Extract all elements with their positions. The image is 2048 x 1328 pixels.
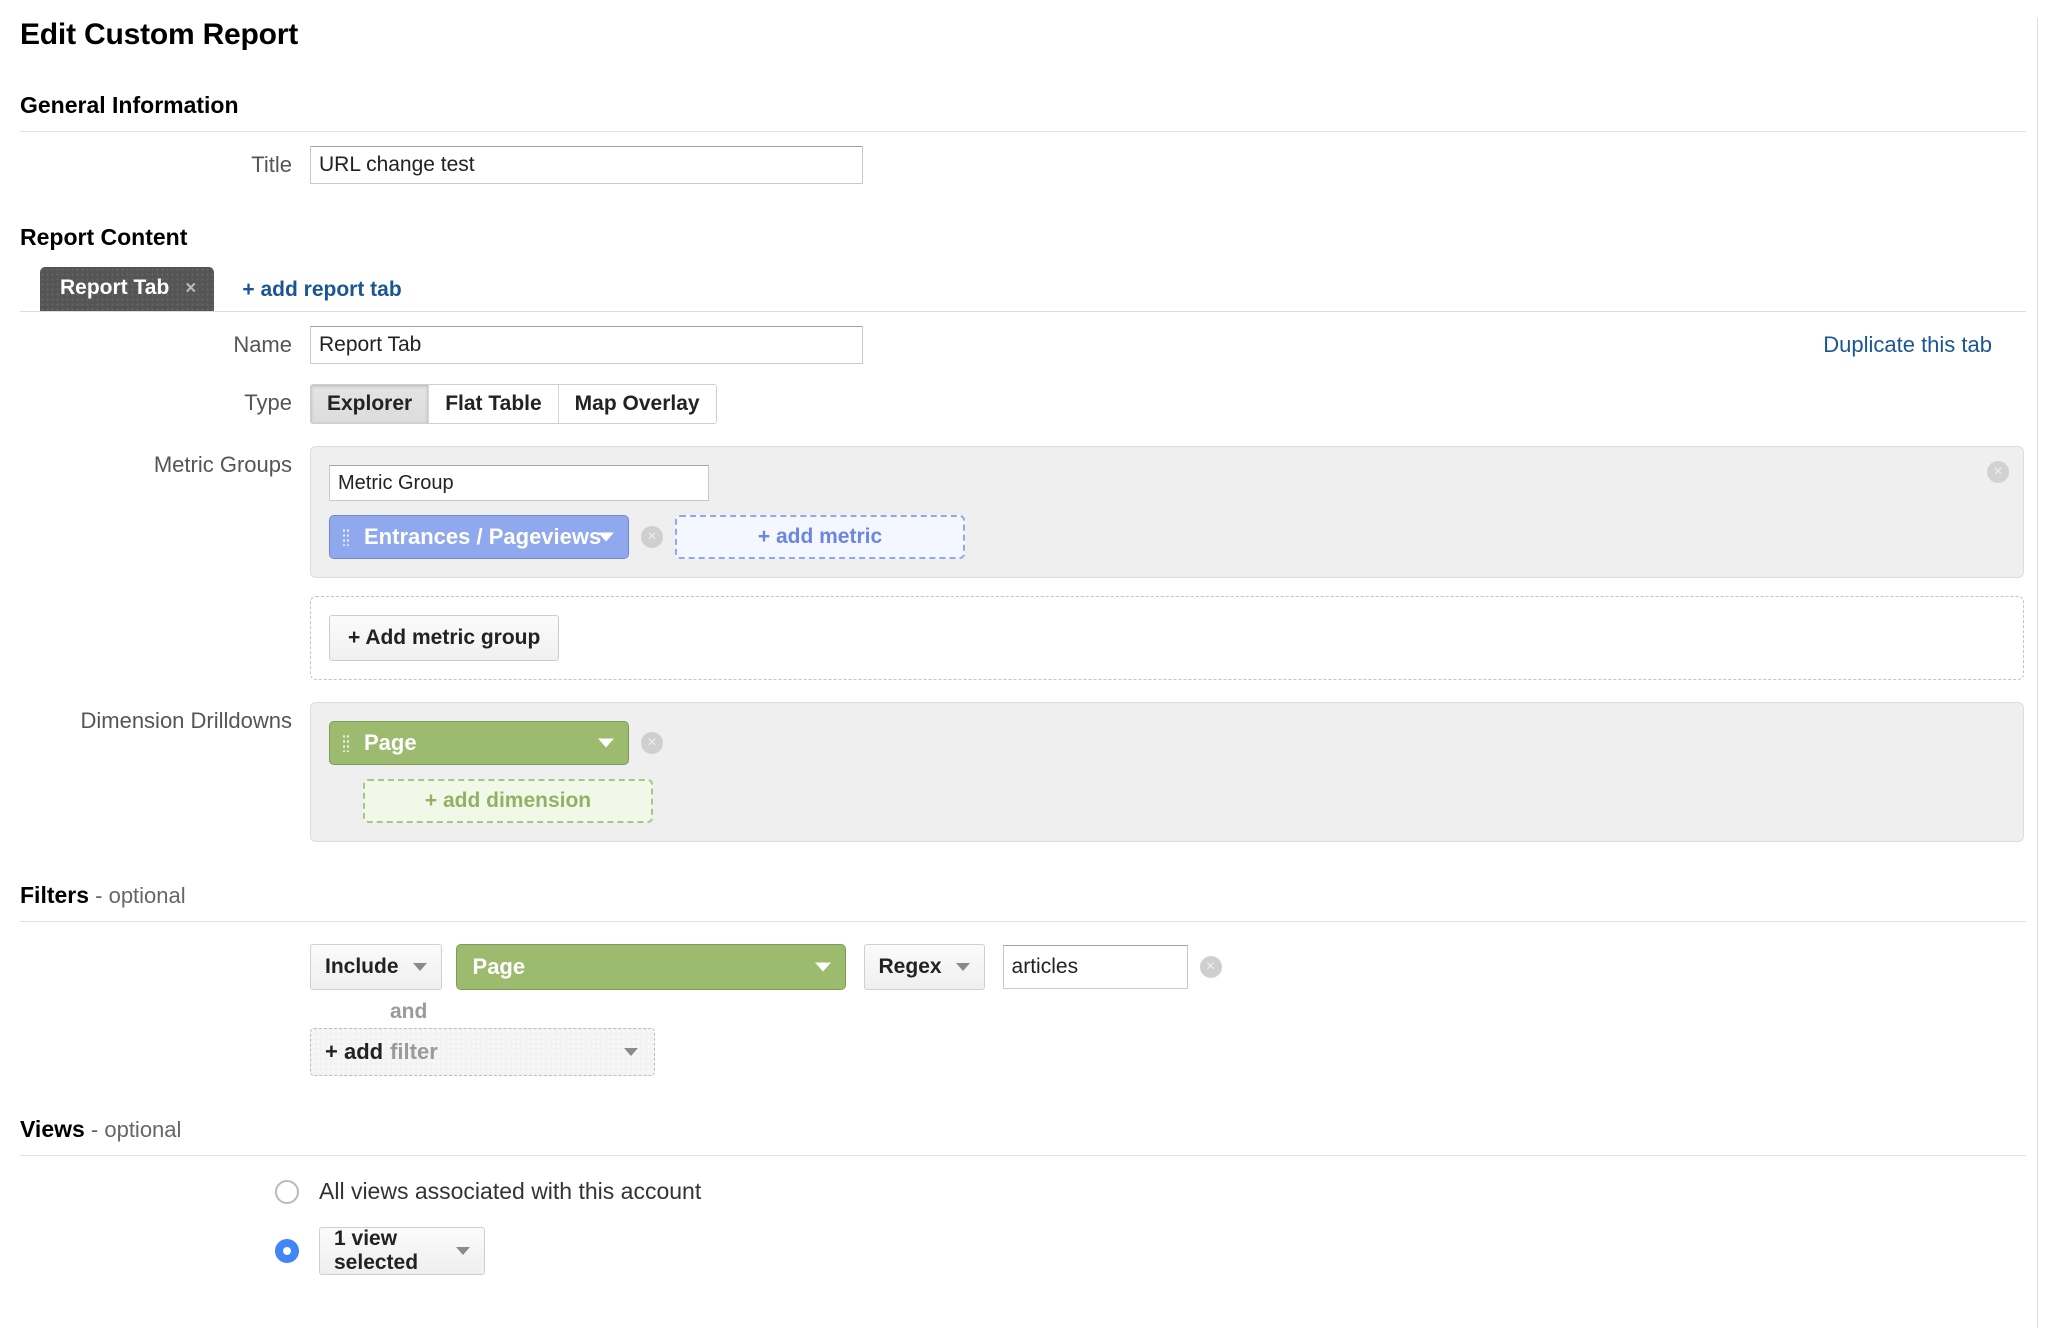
type-option-map-overlay[interactable]: Map Overlay	[558, 385, 716, 423]
views-divider	[20, 1155, 2026, 1156]
report-title-input[interactable]	[310, 146, 863, 184]
filters-heading-text: Filters	[20, 882, 90, 908]
report-content-heading: Report Content	[20, 224, 2020, 251]
metric-pill-row: Entrances / Pageviews × + add metric	[329, 515, 2005, 559]
type-label: Type	[244, 390, 292, 415]
general-information-heading: General Information	[20, 92, 2020, 119]
report-tab-label: Report Tab	[60, 276, 170, 299]
view-selector-dropdown[interactable]: 1 view selected	[319, 1227, 485, 1275]
metric-pill-entrances-pageviews[interactable]: Entrances / Pageviews	[329, 515, 629, 559]
add-filter-button[interactable]: + add filter	[310, 1028, 655, 1076]
chevron-down-icon	[955, 963, 970, 971]
metric-pill-label: Entrances / Pageviews	[364, 524, 602, 549]
page-title: Edit Custom Report	[20, 18, 299, 51]
general-information-divider	[20, 131, 2026, 132]
remove-filter-icon[interactable]: ×	[1199, 956, 1222, 978]
edit-custom-report-page: Edit Custom Report General Information T…	[0, 18, 2048, 1328]
add-report-tab-link[interactable]: + add report tab	[242, 278, 401, 302]
metric-groups-label: Metric Groups	[153, 452, 292, 477]
chevron-down-icon	[456, 1247, 470, 1255]
title-row: Title	[20, 146, 2020, 184]
add-metric-group-button[interactable]: + Add metric group	[329, 615, 560, 661]
add-metric-group-panel: + Add metric group	[310, 596, 2024, 680]
dimension-drilldowns-label: Dimension Drilldowns	[80, 708, 292, 733]
metric-group-panel: × Entrances / Pageviews × + add metric	[310, 446, 2024, 578]
metric-group-name-input[interactable]	[329, 465, 709, 501]
tab-name-row: Name Duplicate this tab	[20, 326, 2020, 364]
views-heading: Views - optional	[20, 1116, 2020, 1143]
dimension-pill-row: Page ×	[329, 721, 2005, 765]
views-heading-text: Views	[20, 1116, 85, 1142]
remove-metric-group-icon[interactable]: ×	[1987, 461, 2009, 483]
report-tab-strip: Report Tab × + add report tab	[20, 267, 2020, 311]
radio-all-views[interactable]	[275, 1179, 299, 1204]
filter-include-dropdown[interactable]: Include	[310, 944, 442, 990]
views-optional-text: - optional	[84, 1117, 182, 1142]
type-row: Type Explorer Flat Table Map Overlay	[20, 384, 2020, 424]
filter-conjunction-label: and	[390, 1000, 428, 1023]
type-option-explorer[interactable]: Explorer	[311, 385, 430, 423]
views-specific-row: 1 view selected	[275, 1227, 2020, 1275]
page-right-divider	[2037, 18, 2038, 1328]
report-tab[interactable]: Report Tab ×	[40, 267, 215, 311]
filter-dimension-label: Page	[472, 954, 526, 979]
views-all-row: All views associated with this account	[275, 1178, 2020, 1205]
remove-metric-icon[interactable]: ×	[641, 526, 663, 548]
add-filter-plus-label: + add	[325, 1039, 384, 1064]
filters-optional-text: - optional	[89, 883, 186, 908]
filters-divider	[20, 921, 2026, 922]
drag-handle-icon[interactable]	[342, 734, 350, 752]
chevron-down-icon	[412, 963, 427, 971]
duplicate-this-tab-link[interactable]: Duplicate this tab	[1823, 332, 1992, 358]
add-filter-word-label: filter	[390, 1039, 438, 1064]
add-dimension-button[interactable]: + add dimension	[363, 779, 653, 823]
drag-handle-icon[interactable]	[342, 528, 350, 546]
type-segmented-control: Explorer Flat Table Map Overlay	[310, 384, 717, 424]
filter-match-type-dropdown[interactable]: Regex	[863, 944, 985, 990]
remove-dimension-icon[interactable]: ×	[641, 732, 663, 754]
all-views-label: All views associated with this account	[319, 1178, 702, 1204]
tab-name-label: Name	[233, 332, 292, 357]
chevron-down-icon[interactable]	[598, 738, 614, 748]
type-option-flat-table[interactable]: Flat Table	[429, 385, 559, 423]
dimension-drilldowns-panel: Page × + add dimension	[310, 702, 2024, 842]
filter-row: Include Page Regex ×	[310, 944, 2020, 990]
title-label: Title	[251, 152, 292, 177]
tab-name-input[interactable]	[310, 326, 863, 364]
dimension-drilldowns-row: Dimension Drilldowns Page × + add dimens…	[20, 702, 2024, 842]
close-icon[interactable]: ×	[185, 279, 196, 298]
filter-value-input[interactable]	[1002, 945, 1188, 989]
filters-heading: Filters - optional	[20, 882, 2020, 909]
chevron-down-icon[interactable]	[814, 962, 831, 972]
metric-groups-row: Metric Groups × Entrances / Pageviews × …	[20, 446, 2024, 680]
filter-include-label: Include	[325, 955, 399, 978]
report-tab-underline	[20, 311, 2026, 312]
chevron-down-icon	[624, 1048, 638, 1056]
radio-specific-views[interactable]	[275, 1239, 299, 1263]
filter-match-type-label: Regex	[878, 955, 942, 978]
view-selector-label: 1 view selected	[334, 1227, 419, 1274]
chevron-down-icon[interactable]	[598, 532, 614, 542]
filter-dimension-pill-page[interactable]: Page	[455, 944, 846, 990]
add-metric-button[interactable]: + add metric	[675, 515, 965, 559]
dimension-pill-page[interactable]: Page	[329, 721, 629, 765]
report-content-heading-text: Report Content	[20, 224, 188, 250]
dimension-pill-label: Page	[364, 730, 417, 755]
general-information-heading-text: General Information	[20, 92, 239, 118]
